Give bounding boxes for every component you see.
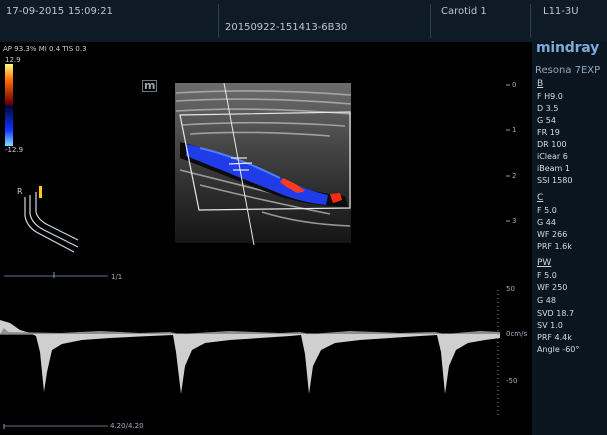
- depth-ruler: [506, 84, 510, 222]
- body-mark-icon: [24, 192, 79, 253]
- spectral-doppler-area: [0, 290, 500, 418]
- color-scale-bar: [5, 64, 13, 146]
- ultrasound-display: [0, 64, 510, 429]
- probe-position-marker: [39, 186, 42, 198]
